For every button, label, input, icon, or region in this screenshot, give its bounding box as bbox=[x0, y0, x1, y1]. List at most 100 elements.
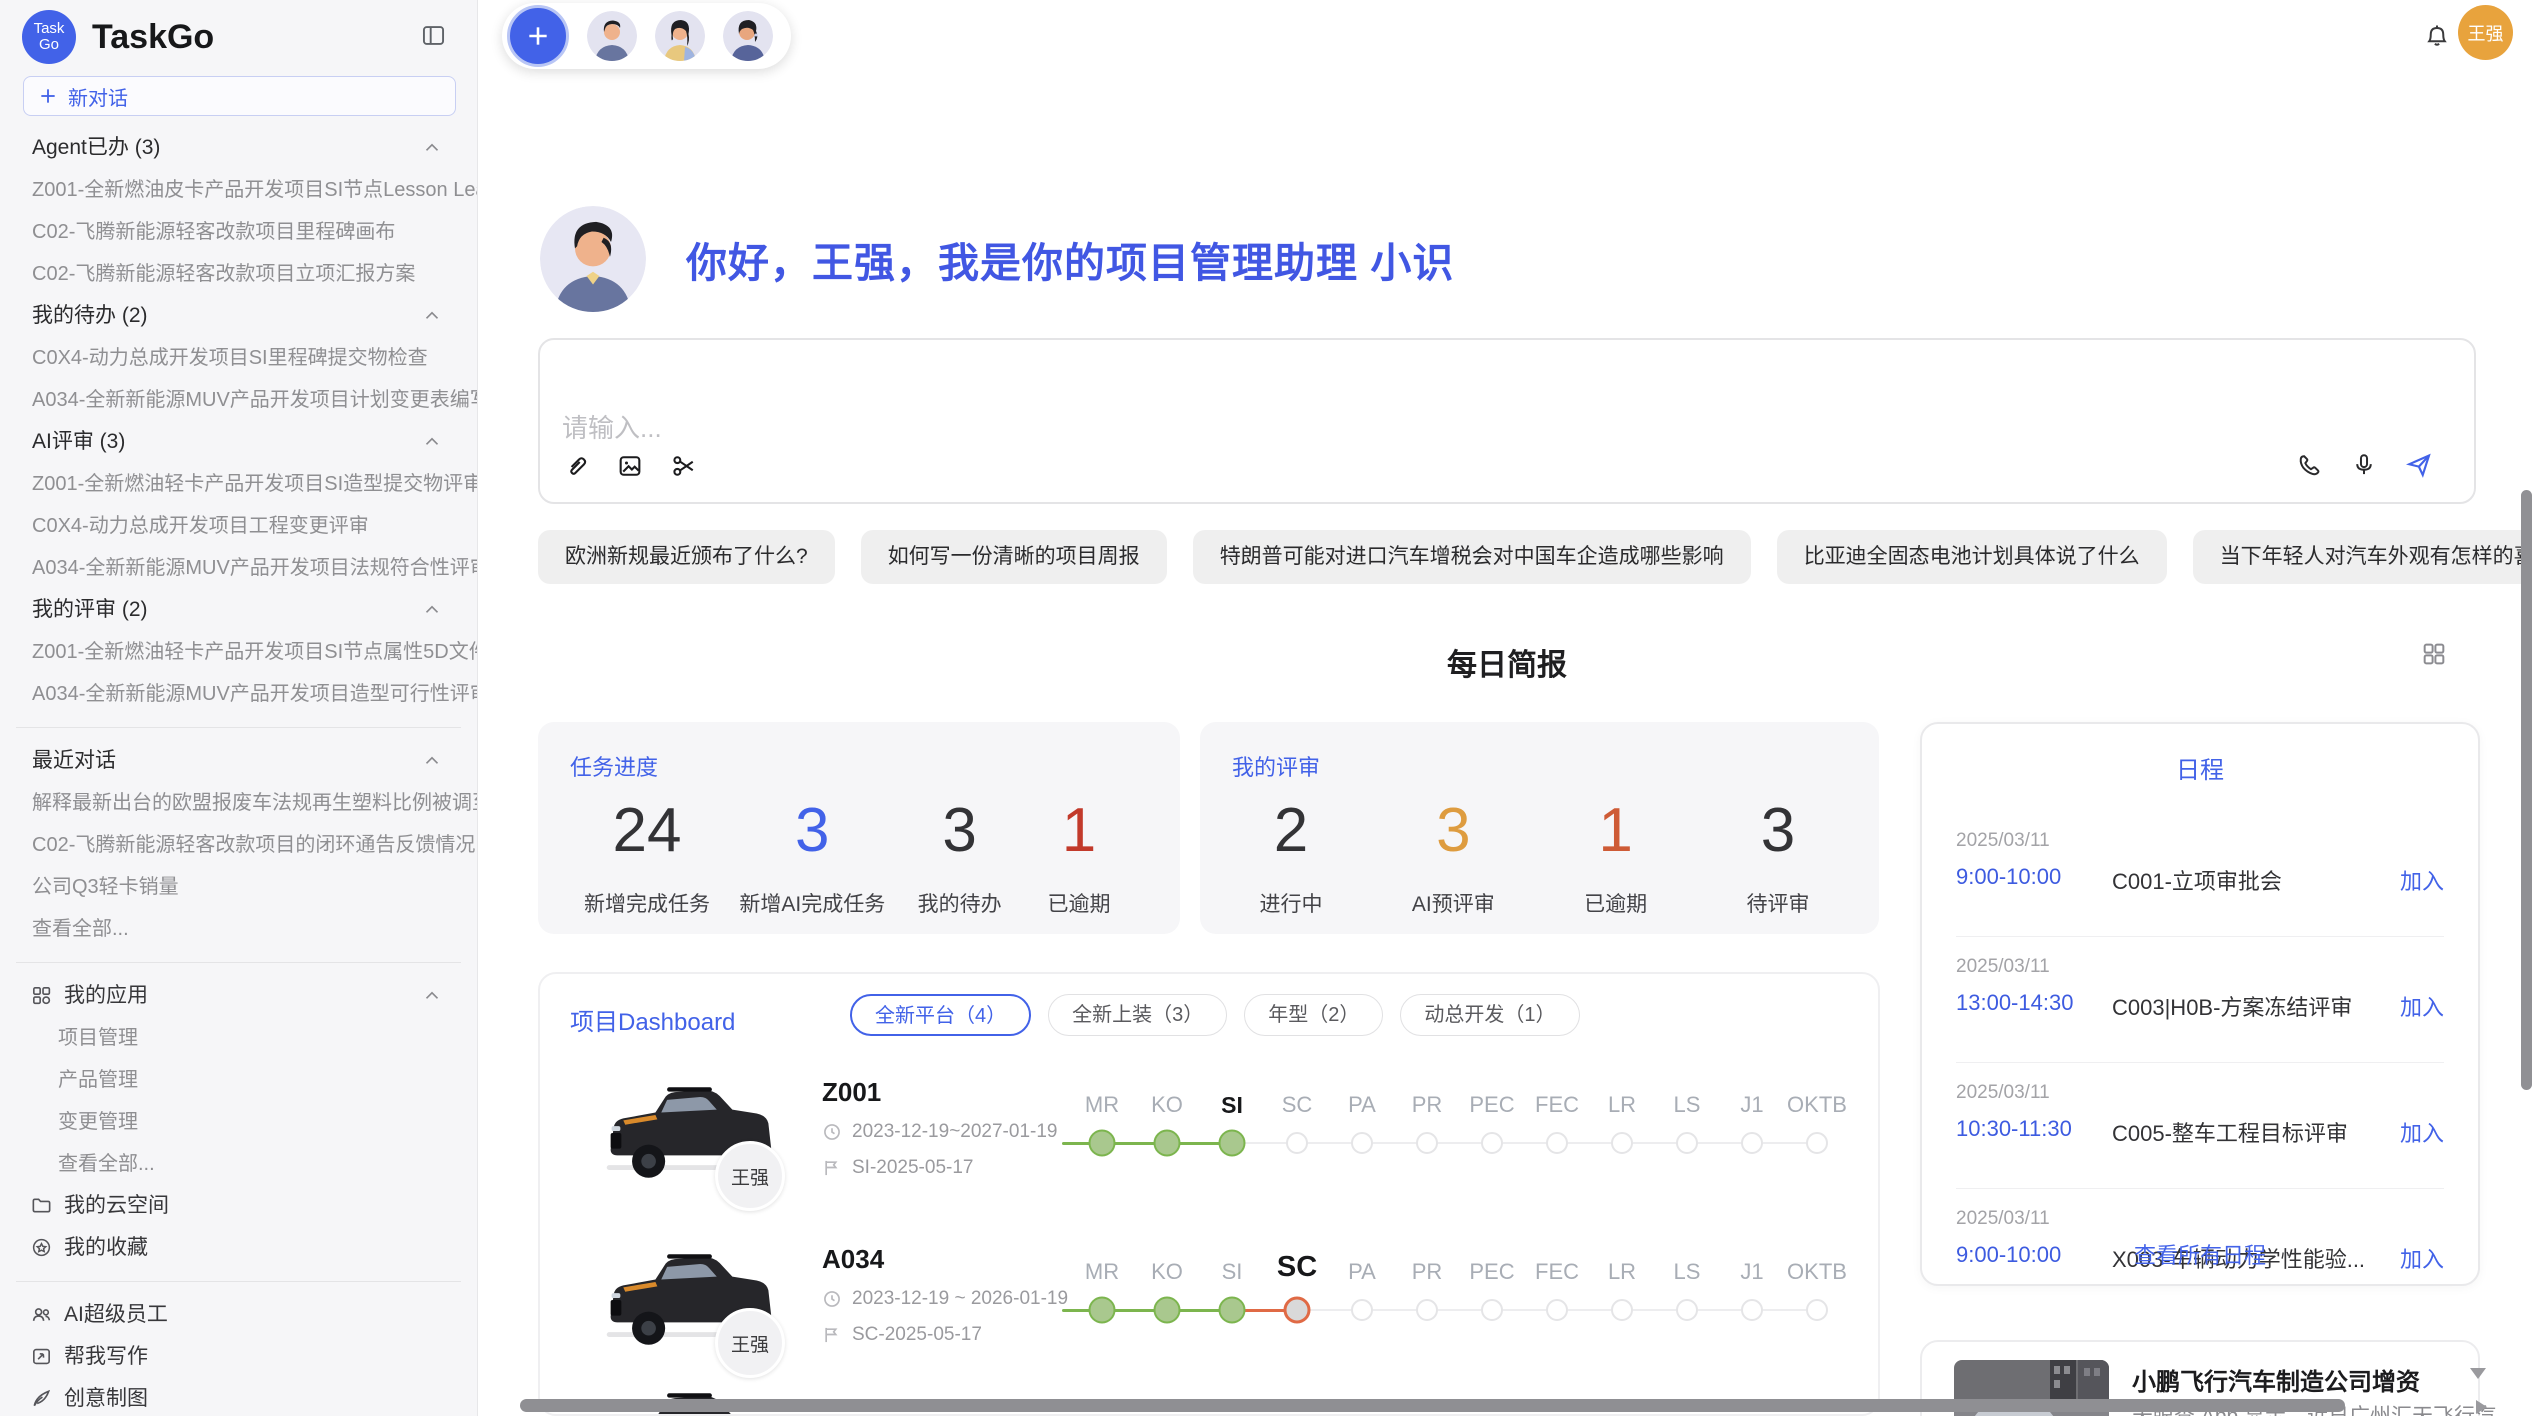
app-item-change-mgmt[interactable]: 变更管理 bbox=[0, 1101, 477, 1143]
microphone-icon[interactable] bbox=[2350, 451, 2378, 479]
scissors-icon[interactable] bbox=[670, 452, 698, 480]
milestone-node[interactable] bbox=[1416, 1132, 1438, 1154]
sidebar-collapse-icon[interactable] bbox=[420, 22, 447, 49]
phone-icon[interactable] bbox=[2296, 451, 2324, 479]
suggestion-chip[interactable]: 如何写一份清晰的项目周报 bbox=[861, 530, 1167, 584]
agent-avatar[interactable] bbox=[655, 11, 705, 61]
milestone-node[interactable] bbox=[1611, 1299, 1633, 1321]
sidebar-item[interactable]: A034-全新新能源MUV产品开发项目造型可行性评审 bbox=[0, 673, 477, 715]
sidebar-item[interactable]: C02-飞腾新能源轻客改款项目的闭环通告反馈情况 bbox=[0, 824, 477, 866]
image-icon[interactable] bbox=[616, 452, 644, 480]
milestone-node[interactable] bbox=[1154, 1297, 1181, 1324]
sidebar-section-my-todo[interactable]: 我的待办 (2) bbox=[0, 295, 477, 337]
sidebar-item[interactable]: A034-全新新能源MUV产品开发项目法规符合性评审 bbox=[0, 547, 477, 589]
milestone-node[interactable] bbox=[1676, 1132, 1698, 1154]
milestone-node[interactable] bbox=[1481, 1132, 1503, 1154]
scroll-down-arrow[interactable] bbox=[2470, 1368, 2486, 1379]
milestone-node[interactable] bbox=[1741, 1299, 1763, 1321]
composer-right-tools bbox=[2296, 450, 2434, 480]
milestone-node[interactable] bbox=[1806, 1299, 1828, 1321]
recent-view-all[interactable]: 查看全部... bbox=[0, 908, 477, 950]
sidebar-item[interactable]: Z001-全新燃油皮卡产品开发项目SI节点Lesson Learn报告 bbox=[0, 169, 477, 211]
milestone-node[interactable] bbox=[1416, 1299, 1438, 1321]
chevron-up-icon[interactable] bbox=[421, 431, 443, 453]
join-link[interactable]: 加入 bbox=[2400, 990, 2444, 1022]
new-chat-button[interactable]: 新对话 bbox=[23, 76, 456, 116]
sidebar-item-creative-draw[interactable]: 创意制图 bbox=[0, 1378, 477, 1416]
vertical-scrollbar-thumb[interactable] bbox=[2521, 490, 2532, 1090]
daily-briefing-title: 每日简报 bbox=[538, 640, 2476, 684]
sidebar-section-recent[interactable]: 最近对话 bbox=[0, 740, 477, 782]
sidebar-item[interactable]: A034-全新新能源MUV产品开发项目计划变更表编写 bbox=[0, 379, 477, 421]
milestone-node[interactable] bbox=[1351, 1132, 1373, 1154]
apps-view-all[interactable]: 查看全部... bbox=[0, 1143, 477, 1185]
milestone-node[interactable] bbox=[1806, 1132, 1828, 1154]
suggestion-chip[interactable]: 特朗普可能对进口汽车增税会对中国车企造成哪些影响 bbox=[1193, 530, 1751, 584]
view-all-schedule-link[interactable]: 查看所有日程 bbox=[1922, 1238, 2478, 1270]
chevron-up-icon[interactable] bbox=[421, 985, 443, 1007]
sidebar-item[interactable]: 解释最新出台的欧盟报废车法规再生塑料比例被调至15%... bbox=[0, 782, 477, 824]
milestone-label: SC bbox=[1277, 1254, 1317, 1280]
filter-pill[interactable]: 全新平台（4） bbox=[850, 994, 1031, 1036]
sidebar-section-my-apps[interactable]: 我的应用 bbox=[0, 975, 477, 1017]
sidebar-item-help-write[interactable]: 帮我写作 bbox=[0, 1336, 477, 1378]
horizontal-scrollbar-thumb[interactable] bbox=[520, 1399, 2345, 1412]
milestone-node[interactable] bbox=[1286, 1132, 1308, 1154]
sidebar-item-ai-employee[interactable]: AI超级员工 bbox=[0, 1294, 477, 1336]
filter-pill[interactable]: 年型（2） bbox=[1244, 994, 1383, 1036]
sidebar-item[interactable]: Z001-全新燃油轻卡产品开发项目SI造型提交物评审 bbox=[0, 463, 477, 505]
scroll-right-arrow[interactable] bbox=[2476, 1400, 2487, 1414]
app-item-product-mgmt[interactable]: 产品管理 bbox=[0, 1059, 477, 1101]
chevron-up-icon[interactable] bbox=[421, 750, 443, 772]
join-link[interactable]: 加入 bbox=[2400, 864, 2444, 896]
milestone-node[interactable] bbox=[1284, 1297, 1311, 1324]
milestone-node[interactable] bbox=[1154, 1130, 1181, 1157]
suggestion-chip[interactable]: 比亚迪全固态电池计划具体说了什么 bbox=[1777, 530, 2167, 584]
milestone-node[interactable] bbox=[1546, 1132, 1568, 1154]
stats-row: 2进行中 3AI预评审 1已逾期 3待评审 bbox=[1246, 788, 1823, 918]
sidebar-item[interactable]: C0X4-动力总成开发项目SI里程碑提交物检查 bbox=[0, 337, 477, 379]
milestone-node[interactable] bbox=[1546, 1299, 1568, 1321]
sidebar-item-cloud-space[interactable]: 我的云空间 bbox=[0, 1185, 477, 1227]
sidebar-section-agent-done[interactable]: Agent已办 (3) bbox=[0, 127, 477, 169]
milestone-node[interactable] bbox=[1676, 1299, 1698, 1321]
layout-grid-icon[interactable] bbox=[2420, 640, 2448, 668]
sidebar-item[interactable]: 公司Q3轻卡销量 bbox=[0, 866, 477, 908]
attachment-icon[interactable] bbox=[562, 452, 590, 480]
filter-pill[interactable]: 全新上装（3） bbox=[1048, 994, 1227, 1036]
notification-bell-icon[interactable] bbox=[2422, 20, 2452, 50]
milestone-node[interactable] bbox=[1219, 1297, 1246, 1324]
stat: 1已逾期 bbox=[1034, 788, 1124, 918]
sidebar-section-ai-review[interactable]: AI评审 (3) bbox=[0, 421, 477, 463]
filter-pill[interactable]: 动总开发（1） bbox=[1400, 994, 1579, 1036]
chevron-up-icon[interactable] bbox=[421, 137, 443, 159]
project-row[interactable]: 王强 Z001 2023-12-19~2027-01-19 SI-2025-05… bbox=[540, 1079, 1880, 1246]
milestone-node[interactable] bbox=[1219, 1130, 1246, 1157]
milestone-node[interactable] bbox=[1089, 1130, 1116, 1157]
user-avatar[interactable]: 王强 bbox=[2458, 5, 2513, 60]
sidebar-item[interactable]: C02-飞腾新能源轻客改款项目立项汇报方案 bbox=[0, 253, 477, 295]
app-item-project-mgmt[interactable]: 项目管理 bbox=[0, 1017, 477, 1059]
sidebar-item[interactable]: C0X4-动力总成开发项目工程变更评审 bbox=[0, 505, 477, 547]
suggestion-chip[interactable]: 欧洲新规最近颁布了什么? bbox=[538, 530, 835, 584]
sidebar-section-my-review[interactable]: 我的评审 (2) bbox=[0, 589, 477, 631]
chat-composer[interactable]: 请输入... bbox=[538, 338, 2476, 504]
milestone-label: PEC bbox=[1469, 1092, 1514, 1118]
agent-avatar[interactable] bbox=[723, 11, 773, 61]
sidebar-item-favorites[interactable]: 我的收藏 bbox=[0, 1227, 477, 1269]
chevron-up-icon[interactable] bbox=[421, 305, 443, 327]
news-title: 小鹏飞行汽车制造公司增资 bbox=[2132, 1362, 2420, 1397]
milestone-node[interactable] bbox=[1611, 1132, 1633, 1154]
chevron-up-icon[interactable] bbox=[421, 599, 443, 621]
join-link[interactable]: 加入 bbox=[2400, 1116, 2444, 1148]
add-agent-button[interactable] bbox=[507, 5, 569, 67]
sidebar-item[interactable]: C02-飞腾新能源轻客改款项目里程碑画布 bbox=[0, 211, 477, 253]
milestone-node[interactable] bbox=[1741, 1132, 1763, 1154]
milestone-node[interactable] bbox=[1351, 1299, 1373, 1321]
agent-avatar[interactable] bbox=[587, 11, 637, 61]
suggestion-chip[interactable]: 当下年轻人对汽车外观有怎样的喜好趋势 bbox=[2193, 530, 2532, 584]
milestone-node[interactable] bbox=[1089, 1297, 1116, 1324]
milestone-node[interactable] bbox=[1481, 1299, 1503, 1321]
sidebar-item[interactable]: Z001-全新燃油轻卡产品开发项目SI节点属性5D文件评审 bbox=[0, 631, 477, 673]
send-icon[interactable] bbox=[2404, 450, 2434, 480]
